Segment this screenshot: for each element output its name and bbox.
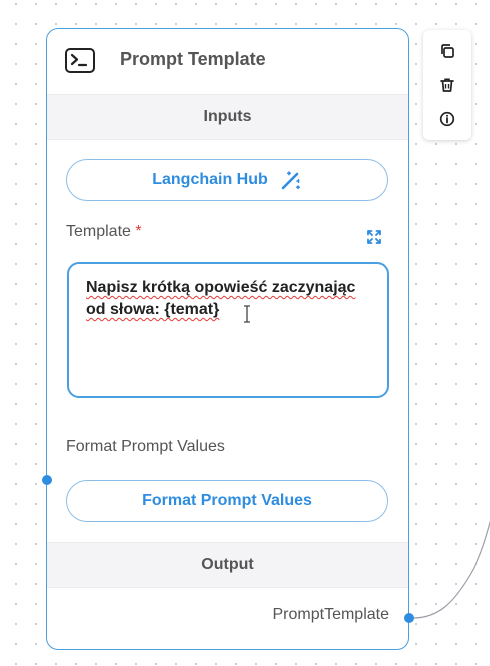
template-label: Template * xyxy=(66,223,142,240)
text-cursor-icon xyxy=(244,305,250,323)
template-text-line-2: od słowa: {temat} xyxy=(86,301,220,318)
inputs-header: Inputs xyxy=(47,94,408,140)
trash-icon[interactable] xyxy=(439,77,455,93)
info-icon[interactable] xyxy=(439,111,455,127)
node-title: Prompt Template xyxy=(120,49,266,69)
template-textarea[interactable]: Napisz krótką opowieść zaczynając od sło… xyxy=(67,262,389,398)
terminal-icon xyxy=(65,48,95,73)
template-text-line-1: Napisz krótką opowieść zaczynając xyxy=(86,279,356,296)
magic-wand-icon xyxy=(280,169,302,191)
copy-icon[interactable] xyxy=(439,43,455,59)
prompt-template-node[interactable]: Prompt Template Inputs Langchain Hub Tem… xyxy=(46,28,409,650)
node-header[interactable]: Prompt Template xyxy=(47,29,408,95)
required-mark: * xyxy=(135,223,142,240)
input-handle[interactable] xyxy=(42,475,52,485)
format-prompt-values-button[interactable]: Format Prompt Values xyxy=(66,480,388,522)
format-prompt-values-label: Format Prompt Values xyxy=(66,438,225,455)
node-toolbar xyxy=(423,30,471,140)
output-prompttemplate-label: PromptTemplate xyxy=(272,606,390,623)
langchain-hub-label: Langchain Hub xyxy=(152,171,268,188)
langchain-hub-button[interactable]: Langchain Hub xyxy=(66,159,388,201)
expand-icon[interactable] xyxy=(366,229,382,250)
output-header: Output xyxy=(47,542,408,588)
output-handle[interactable] xyxy=(404,613,414,623)
